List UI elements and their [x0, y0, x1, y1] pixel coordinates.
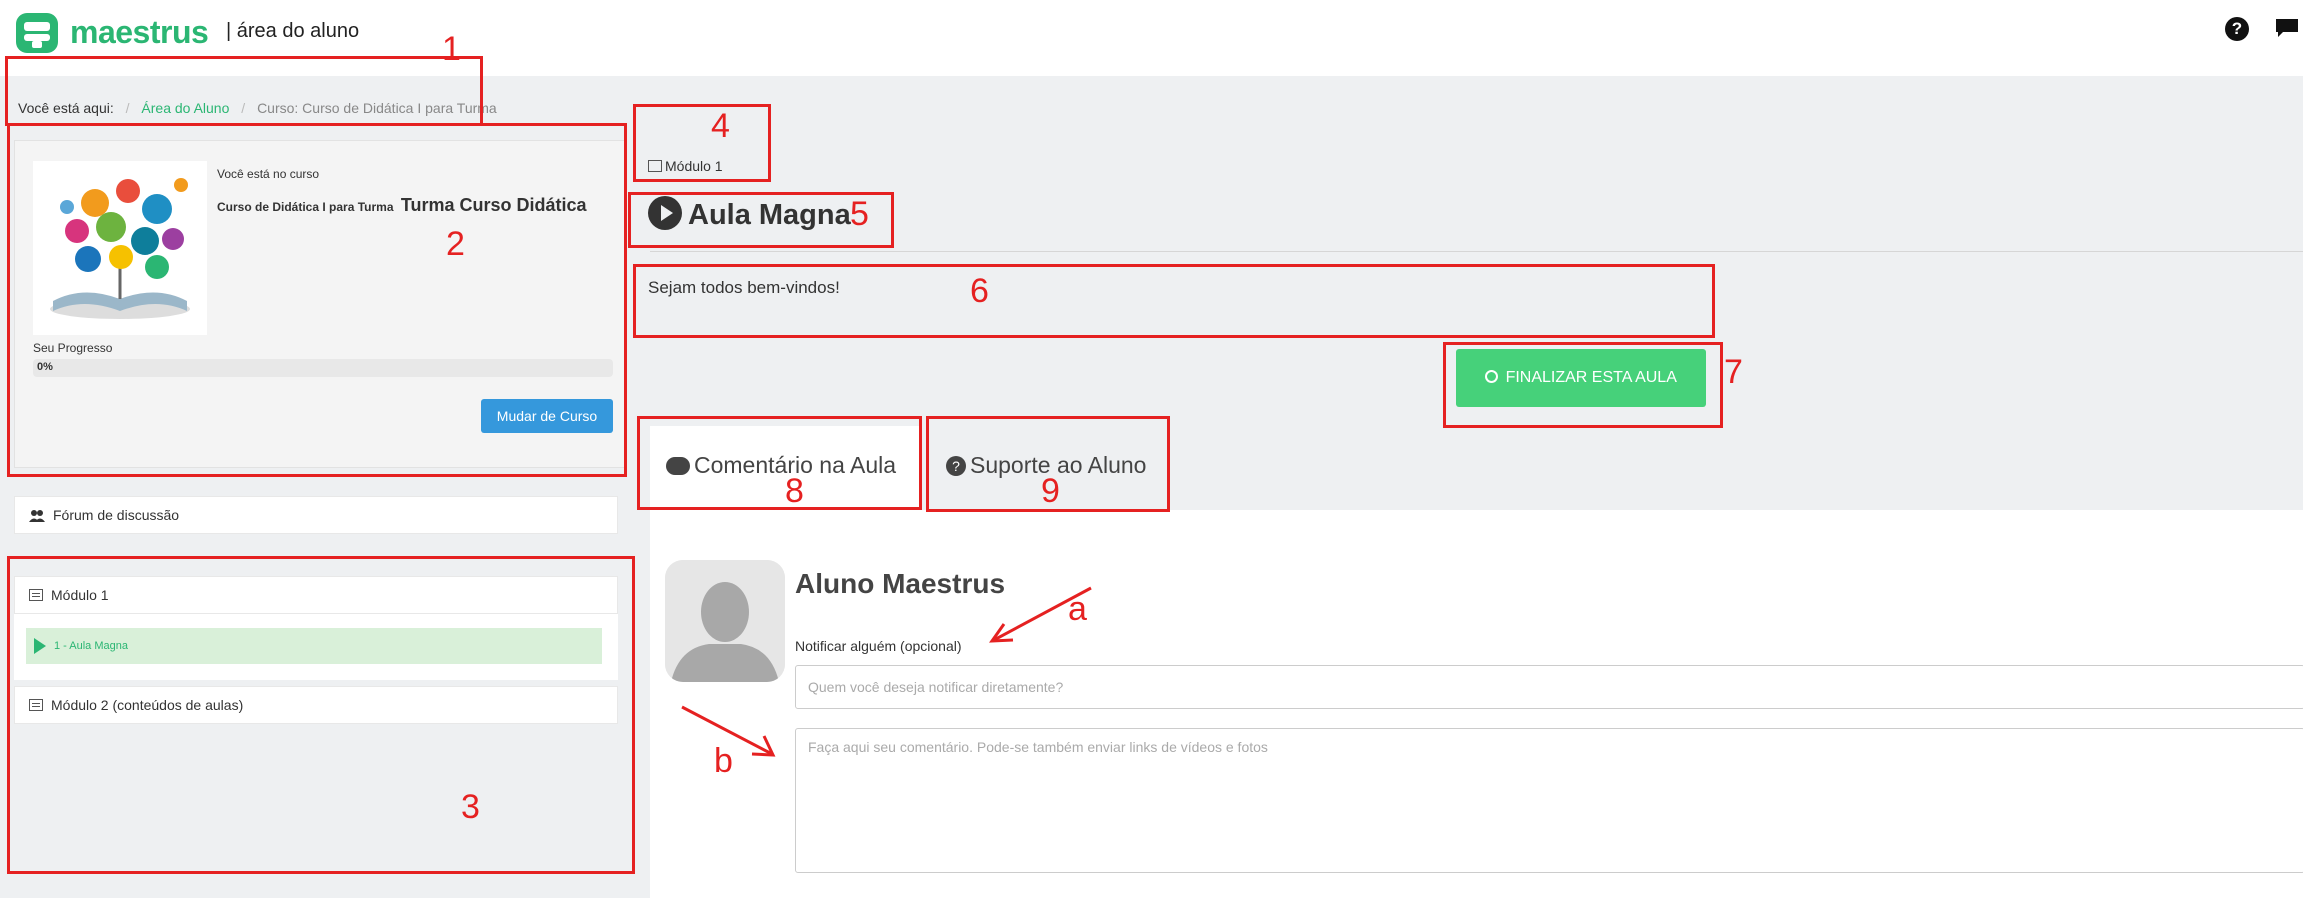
annotation-number-3: 3: [461, 788, 480, 826]
question-circle-icon[interactable]: ?: [2225, 17, 2249, 41]
users-icon: [29, 510, 45, 522]
annotation-box-2: [7, 123, 627, 477]
maestrus-logo-icon[interactable]: [14, 10, 60, 56]
annotation-number-6: 6: [970, 272, 989, 310]
forum-link[interactable]: Fórum de discussão: [14, 496, 618, 534]
annotation-number-5: 5: [850, 195, 869, 233]
annotation-number-9: 9: [1041, 472, 1060, 510]
notify-label: Notificar alguém (opcional): [795, 638, 962, 654]
student-name: Aluno Maestrus: [795, 568, 1006, 599]
annotation-number-1: 1: [442, 30, 461, 68]
annotation-box-7: [1443, 342, 1723, 428]
annotation-letter-b: b: [714, 742, 733, 780]
annotation-box-6: [633, 264, 1715, 338]
comment-textarea[interactable]: [795, 728, 2303, 873]
area-title: | área do aluno: [226, 20, 360, 42]
annotation-box-8: [637, 416, 922, 510]
comment-icon[interactable]: [2275, 18, 2299, 38]
divider: [650, 251, 2303, 252]
logo-text[interactable]: maestrus: [70, 14, 209, 51]
annotation-number-4: 4: [711, 107, 730, 145]
annotation-box-3: [7, 556, 635, 874]
avatar: [665, 560, 785, 682]
annotation-box-4: [633, 104, 771, 182]
annotation-number-8: 8: [785, 472, 804, 510]
annotation-box-1: [5, 56, 483, 126]
forum-label: Fórum de discussão: [53, 507, 180, 523]
notify-input[interactable]: [795, 665, 2303, 709]
annotation-number-7: 7: [1724, 353, 1743, 391]
annotation-number-2: 2: [446, 225, 465, 263]
annotation-letter-a: a: [1068, 590, 1087, 628]
